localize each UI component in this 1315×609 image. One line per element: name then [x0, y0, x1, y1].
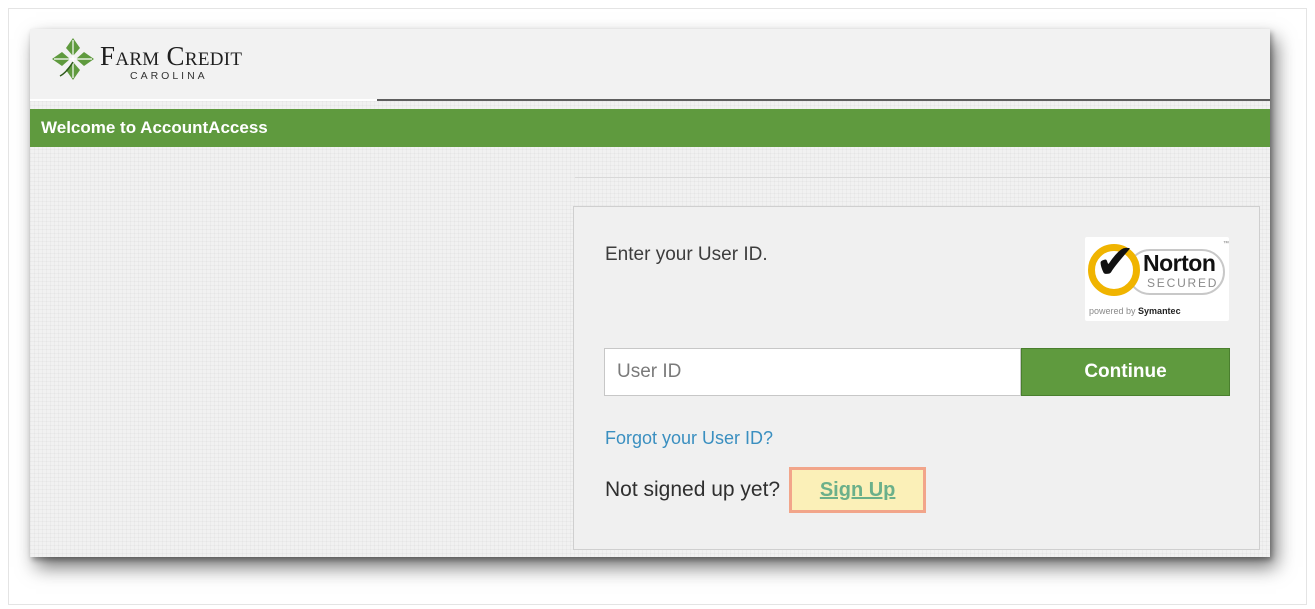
- user-id-prompt: Enter your User ID.: [605, 244, 768, 265]
- norton-powered-brand: Symantec: [1138, 306, 1181, 316]
- leaf-diamond-icon: [52, 38, 94, 80]
- norton-secured-badge[interactable]: ✔ Norton SECURED ™ powered by Symantec: [1085, 237, 1229, 321]
- content-divider: [575, 177, 1270, 178]
- header-bar: Farm Credit CAROLINA: [30, 29, 1270, 100]
- forgot-user-id-link[interactable]: Forgot your User ID?: [605, 428, 773, 449]
- header-divider: [377, 99, 1270, 101]
- signup-prompt: Not signed up yet?: [605, 478, 781, 501]
- farm-credit-logo[interactable]: Farm Credit CAROLINA: [50, 34, 242, 90]
- norton-powered-prefix: powered by: [1089, 306, 1136, 316]
- norton-name: Norton: [1143, 250, 1216, 276]
- welcome-bar: Welcome to AccountAccess: [30, 109, 1270, 147]
- page-title: Welcome to AccountAccess: [41, 118, 268, 137]
- sign-up-link[interactable]: Sign Up: [789, 467, 927, 513]
- brand-name: Farm Credit: [100, 41, 243, 71]
- continue-button[interactable]: Continue: [1021, 348, 1230, 396]
- app-window: Farm Credit CAROLINA Welcome to AccountA…: [30, 29, 1270, 557]
- signup-row: Not signed up yet? Sign Up: [605, 467, 927, 513]
- header-divider-light: [30, 99, 377, 101]
- norton-powered-by: powered by Symantec: [1089, 306, 1181, 316]
- login-panel: Enter your User ID. ✔ Norton SECURED ™ p…: [573, 206, 1260, 550]
- user-id-input[interactable]: [604, 348, 1021, 396]
- norton-secured-label: SECURED: [1147, 276, 1219, 290]
- norton-trademark: ™: [1223, 241, 1229, 247]
- checkmark-icon: ✔: [1095, 234, 1136, 290]
- brand-region: CAROLINA: [130, 70, 208, 82]
